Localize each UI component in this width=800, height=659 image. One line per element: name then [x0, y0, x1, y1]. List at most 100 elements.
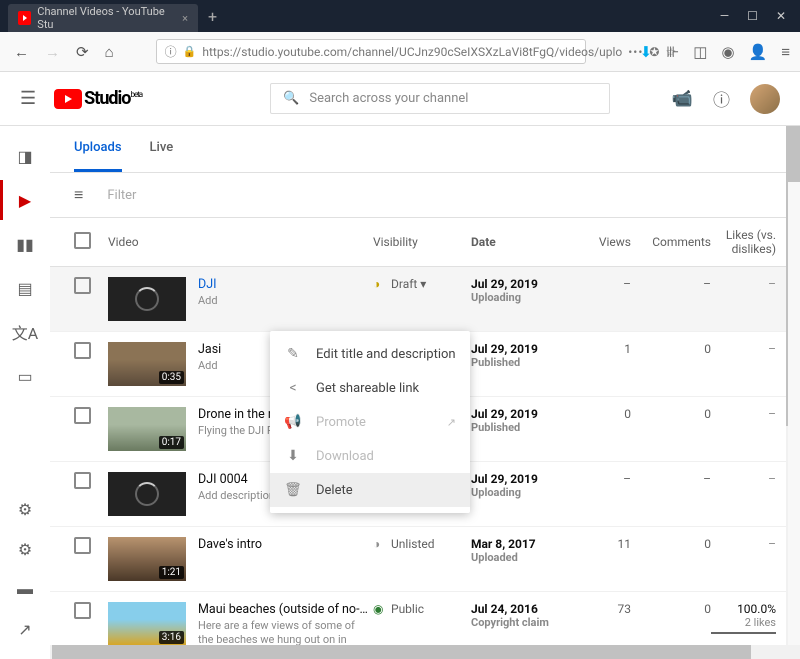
menu-download: ⬇Download	[270, 439, 470, 473]
sidebar: ◨ ▶ ▮▮ ▤ 文A ▭ ⚙ ⚙ ▬ ↗	[0, 126, 50, 659]
maximize-button[interactable]: ☐	[747, 9, 758, 23]
sidebar-other[interactable]: ▭	[0, 356, 50, 396]
app-header: ☰ Studiobeta 🔍 Search across your channe…	[0, 72, 800, 126]
back-button[interactable]: ←	[10, 39, 33, 65]
home-button[interactable]: ⌂	[101, 39, 118, 65]
date-cell: Jul 29, 2019Uploading	[471, 277, 569, 321]
account-avatar[interactable]	[750, 84, 780, 114]
tab-close-icon[interactable]: ×	[182, 12, 188, 25]
date-cell: Jul 29, 2019Uploading	[471, 472, 569, 516]
row-checkbox[interactable]	[74, 277, 91, 294]
lock-icon: 🔒	[183, 45, 197, 58]
views-cell: –	[569, 472, 631, 516]
search-input[interactable]: 🔍 Search across your channel	[270, 83, 610, 114]
video-thumbnail[interactable]	[108, 472, 186, 516]
url-text: https://studio.youtube.com/channel/UCJnz…	[202, 45, 622, 59]
row-checkbox[interactable]	[74, 342, 91, 359]
sidebar-translations[interactable]: 文A	[0, 312, 50, 352]
menu-edit[interactable]: ✎Edit title and description	[270, 337, 470, 371]
sidebar-dashboard[interactable]: ◨	[0, 136, 50, 176]
menu-icon[interactable]: ≡	[781, 43, 790, 61]
menu-share[interactable]: <Get shareable link	[270, 371, 470, 405]
sidebar-comments[interactable]: ▤	[0, 268, 50, 308]
forward-button[interactable]: →	[41, 39, 64, 65]
comments-cell: –	[631, 277, 711, 321]
visibility-cell[interactable]: ◉Public	[373, 602, 471, 647]
video-thumbnail[interactable]: 0:17	[108, 407, 186, 451]
new-tab-button[interactable]: +	[208, 7, 217, 26]
duration-badge: 3:16	[159, 631, 184, 644]
date-cell: Jul 24, 2016Copyright claim	[471, 602, 569, 647]
col-comments[interactable]: Comments	[631, 235, 711, 249]
help-button[interactable]: ⓘ	[713, 86, 730, 111]
tab-live[interactable]: Live	[150, 126, 174, 172]
row-checkbox[interactable]	[74, 602, 91, 619]
video-title[interactable]: Dave's intro	[198, 537, 373, 552]
menu-promote: 📢Promote↗	[270, 405, 470, 439]
close-button[interactable]: ✕	[776, 9, 786, 23]
sidebar-settings[interactable]: ⚙	[0, 489, 50, 529]
likes-cell: 100.0%2 likes	[711, 602, 776, 647]
comments-cell: –	[631, 472, 711, 516]
megaphone-icon: 📢	[284, 414, 302, 430]
sidebar-videos[interactable]: ▶	[0, 180, 50, 220]
library-icon[interactable]: ⊪	[666, 43, 679, 61]
studio-logo[interactable]: Studiobeta	[54, 88, 142, 109]
video-description: Here are a few views of some of the beac…	[198, 619, 373, 647]
context-menu: ✎Edit title and description <Get shareab…	[270, 331, 470, 513]
views-cell: 1	[569, 342, 631, 386]
video-row[interactable]: 1:21 Dave's intro ◑Unlisted Mar 8, 2017U…	[50, 527, 800, 592]
col-likes[interactable]: Likes (vs. dislikes)	[711, 228, 776, 256]
row-checkbox[interactable]	[74, 407, 91, 424]
comments-cell: 0	[631, 407, 711, 451]
containers-icon[interactable]: ◉	[721, 43, 734, 61]
video-thumbnail[interactable]: 3:16	[108, 602, 186, 646]
comments-cell: 0	[631, 342, 711, 386]
video-title[interactable]: DJI	[198, 277, 373, 292]
downloads-icon[interactable]: ⬇	[640, 43, 653, 61]
date-cell: Jul 29, 2019Published	[471, 342, 569, 386]
browser-titlebar: Channel Videos - YouTube Stu × + — ☐ ✕	[0, 0, 800, 32]
sidebar-icon[interactable]: ◫	[693, 43, 707, 61]
col-date[interactable]: Date	[471, 235, 569, 249]
youtube-icon	[54, 89, 82, 109]
horizontal-scrollbar[interactable]	[50, 645, 786, 659]
date-cell: Jul 29, 2019Published	[471, 407, 569, 451]
sidebar-whatsnew[interactable]: ⚙	[0, 529, 50, 569]
profile-icon[interactable]: 👤	[749, 43, 768, 61]
comments-cell: 0	[631, 602, 711, 647]
sidebar-analytics[interactable]: ▮▮	[0, 224, 50, 264]
col-views[interactable]: Views	[569, 235, 631, 249]
visibility-cell[interactable]: ◑Draft ▾	[373, 277, 471, 321]
video-thumbnail[interactable]: 1:21	[108, 537, 186, 581]
visibility-cell[interactable]: ◑Unlisted	[373, 537, 471, 581]
video-title[interactable]: Maui beaches (outside of no-fly zon	[198, 602, 373, 617]
duration-badge: 0:17	[159, 436, 184, 449]
video-row[interactable]: DJI Add ◑Draft ▾ Jul 29, 2019Uploading –…	[50, 267, 800, 332]
row-checkbox[interactable]	[74, 537, 91, 554]
hamburger-menu[interactable]: ☰	[20, 88, 36, 109]
browser-tab[interactable]: Channel Videos - YouTube Stu ×	[8, 4, 198, 32]
filter-icon[interactable]: ≡	[74, 185, 83, 205]
inner-scrollbar[interactable]	[788, 182, 800, 645]
minimize-button[interactable]: —	[720, 9, 729, 23]
video-thumbnail[interactable]: 0:35	[108, 342, 186, 386]
col-visibility[interactable]: Visibility	[373, 235, 471, 249]
video-thumbnail[interactable]	[108, 277, 186, 321]
filter-input[interactable]: Filter	[107, 188, 136, 203]
info-icon: ⓘ	[165, 43, 177, 60]
views-cell: 11	[569, 537, 631, 581]
col-video[interactable]: Video	[108, 235, 373, 249]
reload-button[interactable]: ⟳	[72, 39, 93, 65]
sidebar-creator-classic[interactable]: ↗	[0, 609, 50, 649]
address-bar[interactable]: ⓘ 🔒 https://studio.youtube.com/channel/U…	[156, 39, 586, 64]
create-video-button[interactable]: 📹	[672, 89, 693, 109]
sidebar-feedback[interactable]: ▬	[0, 569, 50, 609]
menu-delete[interactable]: 🗑Delete	[270, 473, 470, 507]
tab-uploads[interactable]: Uploads	[74, 126, 122, 172]
select-all-checkbox[interactable]	[74, 232, 91, 249]
row-checkbox[interactable]	[74, 472, 91, 489]
download-icon: ⬇	[284, 448, 302, 464]
table-header: Video Visibility Date Views Comments Lik…	[50, 218, 800, 267]
likes-cell: –	[711, 407, 776, 451]
